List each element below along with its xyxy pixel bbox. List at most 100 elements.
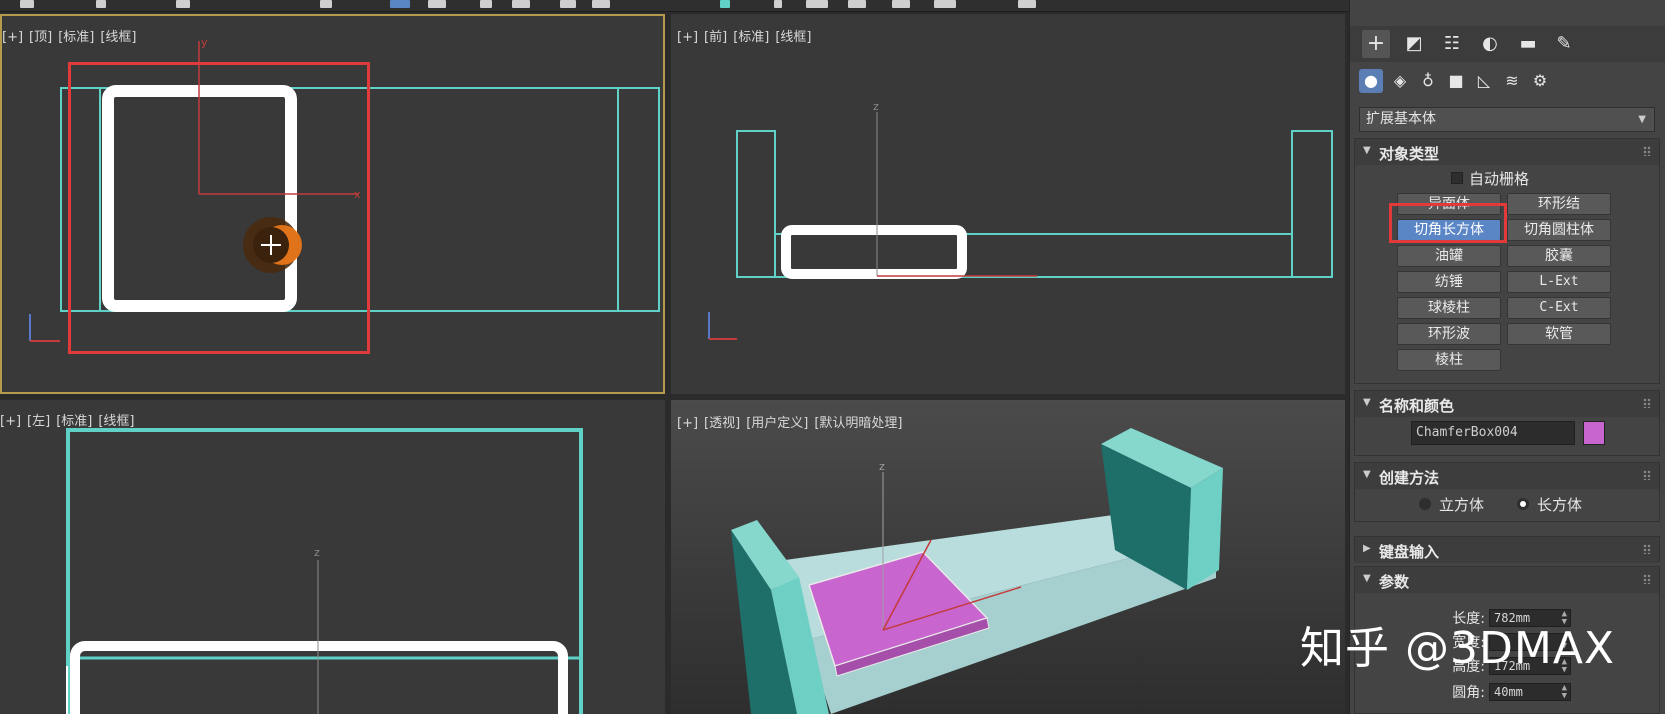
- rollout-title: 参数: [1379, 573, 1410, 591]
- grip-icon: [1643, 544, 1651, 554]
- grip-icon: [1643, 398, 1651, 408]
- grip-icon: [1643, 574, 1651, 584]
- rollout-title: 名称和颜色: [1379, 397, 1455, 415]
- viewport-top[interactable]: [+] [顶] [标准] [线框] y x: [0, 14, 665, 394]
- spindle-button[interactable]: 纺锤: [1397, 271, 1501, 293]
- c-ext-button[interactable]: C-Ext: [1507, 297, 1611, 319]
- ringwave-button[interactable]: 环形波: [1397, 323, 1501, 345]
- rollout-title: 键盘输入: [1379, 543, 1440, 561]
- hierarchy-tab-icon[interactable]: ☷: [1438, 30, 1466, 58]
- scale-icon[interactable]: [560, 0, 576, 8]
- collapse-arrow-icon: ▼: [1363, 469, 1371, 480]
- rollout-header[interactable]: ▶ 键盘输入: [1355, 537, 1659, 563]
- grip-icon: [1643, 146, 1651, 156]
- front-view-canvas: z: [708, 100, 1333, 340]
- select-link-icon[interactable]: [20, 0, 34, 8]
- window-crossing-icon[interactable]: [428, 0, 446, 8]
- create-tab-icon[interactable]: +: [1362, 30, 1390, 58]
- pivot-icon[interactable]: [720, 0, 730, 8]
- shapes-icon[interactable]: ◈: [1388, 69, 1412, 93]
- cameras-icon[interactable]: ■: [1444, 69, 1468, 93]
- cube-radio[interactable]: [1419, 498, 1431, 510]
- spinner-arrows-icon[interactable]: ▲ ▼: [1562, 684, 1567, 701]
- object-category-dropdown[interactable]: 扩展基本体 ▼: [1359, 107, 1655, 132]
- highlight-selection-box: [68, 62, 370, 354]
- percent-icon[interactable]: [934, 0, 956, 8]
- command-panel-tabs: + ◩ ☷ ◐ ▬ ✎: [1350, 26, 1665, 62]
- z-axis-label: z: [879, 460, 885, 473]
- create-subcategories: ● ◈ ♁ ■ ◺ ≋ ⚙: [1350, 66, 1665, 98]
- collapse-arrow-icon: ▼: [1363, 397, 1371, 408]
- dropdown-value: 扩展基本体: [1366, 111, 1436, 127]
- collapse-arrow-icon: ▼: [1363, 573, 1371, 584]
- command-panel: + ◩ ☷ ◐ ▬ ✎ ● ◈ ♁ ■ ◺ ≋ ⚙ 扩展基本体 ▼ ▼ 对象类型…: [1349, 0, 1665, 714]
- z-axis-label: z: [314, 546, 320, 559]
- rollout-creation-method: ▼ 创建方法 立方体 长方体: [1354, 462, 1660, 522]
- fillet-label: 圆角:: [1452, 685, 1485, 701]
- move-icon[interactable]: [480, 0, 492, 8]
- bind-spacewarp-icon[interactable]: [176, 0, 190, 8]
- motion-tab-icon[interactable]: ◐: [1476, 30, 1504, 58]
- rotate-icon[interactable]: [512, 0, 530, 8]
- rollout-name-color: ▼ 名称和颜色 ChamferBox004: [1354, 390, 1660, 456]
- named-selection-icon[interactable]: [1018, 0, 1036, 8]
- autogrid-checkbox[interactable]: [1451, 172, 1463, 184]
- lights-icon[interactable]: ♁: [1416, 69, 1440, 93]
- autogrid-label: 自动栅格: [1469, 170, 1530, 188]
- rollout-keyboard-entry: ▶ 键盘输入: [1354, 536, 1660, 563]
- utilities-tab-icon[interactable]: ✎: [1550, 30, 1578, 58]
- z-axis-label: z: [873, 100, 879, 113]
- armrest-right: [1291, 130, 1333, 278]
- viewport-left[interactable]: [+] [左] [标准] [线框] z: [0, 400, 665, 714]
- chamfer-box-side: [70, 641, 568, 714]
- display-tab-icon[interactable]: ▬: [1514, 30, 1542, 58]
- viewport-perspective[interactable]: [+] [透视] [用户定义] [默认明暗处理] z: [671, 400, 1345, 714]
- collapse-arrow-icon: ▼: [1363, 145, 1371, 156]
- rollout-header[interactable]: ▼ 名称和颜色: [1355, 391, 1659, 417]
- prism-button[interactable]: 棱柱: [1397, 349, 1501, 371]
- unlink-icon[interactable]: [96, 0, 106, 8]
- chamfer-cyl-button[interactable]: 切角圆柱体: [1507, 219, 1611, 241]
- snap-icon[interactable]: [774, 0, 782, 8]
- modify-tab-icon[interactable]: ◩: [1400, 30, 1428, 58]
- percent-snap-icon[interactable]: [848, 0, 866, 8]
- highlight-chamfer-box: [1389, 203, 1507, 243]
- systems-icon[interactable]: ⚙: [1528, 69, 1552, 93]
- perspective-canvas: z: [731, 428, 1223, 714]
- cube-label: 立方体: [1439, 496, 1485, 514]
- select-object-icon[interactable]: [320, 0, 332, 8]
- capsule-button[interactable]: 胶囊: [1507, 245, 1611, 267]
- select-region-icon[interactable]: [390, 0, 410, 8]
- helpers-icon[interactable]: ◺: [1472, 69, 1496, 93]
- rollout-title: 对象类型: [1379, 145, 1440, 163]
- watermark: 知乎 @3DMAX: [1300, 623, 1616, 674]
- gengon-button[interactable]: 球棱柱: [1397, 297, 1501, 319]
- grip-icon: [1643, 470, 1651, 480]
- rollout-title: 创建方法: [1379, 469, 1440, 487]
- y-axis-label: y: [201, 36, 208, 49]
- main-toolbar: [0, 0, 1355, 12]
- space-warps-icon[interactable]: ≋: [1500, 69, 1524, 93]
- rollout-header[interactable]: ▼ 参数: [1355, 567, 1659, 593]
- hose-button[interactable]: 软管: [1507, 323, 1611, 345]
- box-radio[interactable]: [1517, 498, 1529, 510]
- l-ext-button[interactable]: L-Ext: [1507, 271, 1611, 293]
- rollout-object-type: ▼ 对象类型 自动栅格 异面体 环形结 切角长方体 切角圆柱体 油罐 胶囊 纺锤…: [1354, 138, 1660, 384]
- box-label: 长方体: [1537, 496, 1583, 514]
- torus-knot-button[interactable]: 环形结: [1507, 193, 1611, 215]
- object-name-field[interactable]: ChamferBox004: [1411, 421, 1575, 445]
- object-color-swatch[interactable]: [1583, 421, 1605, 445]
- rollout-header[interactable]: ▼ 创建方法: [1355, 463, 1659, 489]
- angle-snap-icon[interactable]: [806, 0, 828, 8]
- armrest-left: [736, 130, 776, 278]
- sofa-side-outline: [66, 428, 583, 714]
- chamfer-box-front: [781, 225, 967, 279]
- rollout-header[interactable]: ▼ 对象类型: [1355, 139, 1659, 165]
- spinner-snap-icon[interactable]: [892, 0, 910, 8]
- fillet-spinner[interactable]: 40mm ▲ ▼: [1489, 683, 1571, 701]
- chevron-down-icon: ▼: [1638, 114, 1646, 125]
- viewport-front[interactable]: [+] [前] [标准] [线框] z: [671, 14, 1345, 394]
- oiltank-button[interactable]: 油罐: [1397, 245, 1501, 267]
- geometry-icon[interactable]: ●: [1359, 69, 1383, 93]
- reference-coord-icon[interactable]: [592, 0, 610, 8]
